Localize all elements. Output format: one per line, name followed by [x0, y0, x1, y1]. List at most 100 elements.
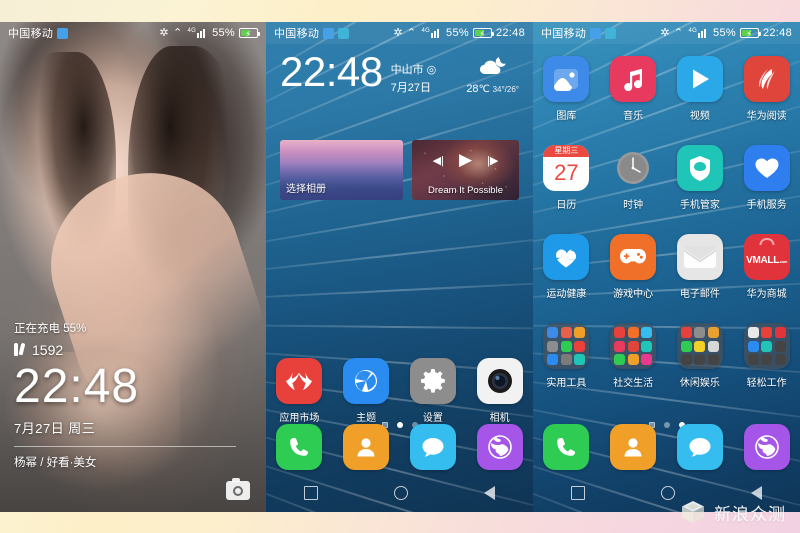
settings-gear-icon [409, 358, 456, 404]
app-browser-globe[interactable]: 浏览器 [470, 424, 530, 470]
messages-icon [676, 424, 723, 470]
message-icon [605, 27, 617, 39]
app-phone[interactable]: 电话 [536, 424, 596, 470]
statusbar-right: ✲ ⌃ 4G 55% ⚡ [159, 27, 260, 39]
homescreen-phone: 中国移动 ✲ ⌃ 4G 55% ⚡ 22:48 22:48 中山市 ◎ 7月27… [266, 22, 533, 512]
home-button[interactable] [661, 486, 675, 500]
lockscreen-statusbar: 中国移动 ✲ ⌃ 4G 55% ⚡ [0, 22, 266, 44]
watermark-text: 新浪众测 [714, 504, 786, 524]
app-clock[interactable]: 时钟 [603, 145, 663, 211]
message-icon [338, 27, 350, 39]
back-button[interactable] [751, 486, 762, 500]
gallery-widget[interactable]: 选择相册 [280, 140, 404, 200]
bluetooth-icon: ✲ [660, 26, 670, 39]
health-pulse-icon [543, 234, 590, 280]
folder-fun-icon [676, 323, 723, 369]
app-folder-fun[interactable]: 休闲娱乐 [670, 323, 730, 389]
app-health-pulse[interactable]: 运动健康 [536, 234, 596, 300]
email-envelope-icon [676, 234, 723, 280]
network-label: 4G [688, 28, 698, 34]
app-phone-service-heart[interactable]: 手机服务 [737, 145, 797, 211]
homescreen-dock: 电话联系人信息浏览器 [266, 424, 533, 470]
video-play-icon [676, 56, 723, 102]
app-folder-tools[interactable]: 实用工具 [536, 323, 596, 389]
contacts-icon [343, 424, 390, 470]
browser-globe-icon [476, 424, 523, 470]
folder-social-icon [610, 323, 657, 369]
calendar-icon: 星期三 27 [543, 145, 590, 191]
music-widget[interactable]: ◀| ▶ |▶ Dream It Possible [412, 140, 519, 200]
statusbar-left: 中国移动 [8, 25, 69, 41]
widget-weather: 28℃ 34°/26° [466, 52, 519, 95]
camera-icon [233, 485, 243, 496]
network-label: 4G [421, 28, 431, 34]
app-label: 游戏中心 [613, 289, 654, 300]
folder-work-icon [743, 323, 790, 369]
app-themes[interactable]: 主题 [336, 358, 396, 424]
messages-icon [409, 424, 456, 470]
statusbar-left: 中国移动 [274, 25, 350, 41]
app-gallery[interactable]: 图库 [536, 56, 596, 122]
recents-button[interactable] [304, 486, 318, 500]
app-huawei-appmarket[interactable]: 应用市场 [269, 358, 329, 424]
charging-status: 正在充电 55% [14, 322, 87, 335]
battery-percent: 55% [446, 27, 469, 39]
play-icon[interactable]: ▶ [459, 150, 472, 170]
battery-charging-icon: ⚡ [739, 28, 761, 39]
app-folder-social[interactable]: 社交生活 [603, 323, 663, 389]
next-track-icon[interactable]: |▶ [487, 154, 498, 167]
sim-icon [323, 27, 335, 39]
app-calendar[interactable]: 星期三 27 日历 [536, 145, 596, 211]
app-video-play[interactable]: 视频 [670, 56, 730, 122]
appdrawer-app-grid: 图库 音乐 视频 华为阅读星期三 27 日历 时钟 手机管家 手机服务运动健康 游戏中心 电子邮件 V… [533, 56, 800, 389]
divider [14, 446, 236, 447]
app-folder-work[interactable]: 轻松工作 [737, 323, 797, 389]
app-label: 电子邮件 [679, 289, 720, 300]
app-contacts[interactable]: 联系人 [603, 424, 663, 470]
recents-button[interactable] [571, 486, 585, 500]
app-label: 音乐 [623, 111, 644, 122]
app-label: 华为阅读 [746, 111, 787, 122]
app-settings-gear[interactable]: 设置 [403, 358, 463, 424]
phone-manager-shield-icon [676, 145, 723, 191]
gallery-widget-label: 选择相册 [286, 184, 326, 195]
app-label: 手机服务 [746, 200, 787, 211]
homescreen-statusbar: 中国移动 ✲ ⌃ 4G 55% ⚡ 22:48 [266, 22, 533, 44]
prev-track-icon[interactable]: ◀| [433, 154, 444, 167]
lockscreen-date: 7月27日 周三 [14, 421, 96, 436]
app-camera[interactable]: 相机 [470, 358, 530, 424]
widget-city: 中山市 ◎ [391, 61, 437, 77]
battery-charging-icon: ⚡ [239, 28, 260, 39]
app-phone[interactable]: 电话 [269, 424, 329, 470]
back-button[interactable] [484, 486, 495, 500]
statusbar-left: 中国移动 [541, 25, 617, 41]
weather-clock-widget[interactable]: 22:48 中山市 ◎ 7月27日 28℃ 34°/26° [266, 44, 533, 99]
gamepad-icon [610, 234, 657, 280]
app-messages[interactable]: 信息 [403, 424, 463, 470]
statusbar-clock: 22:48 [762, 27, 792, 39]
temp-unit: ℃ [478, 84, 490, 95]
app-email-envelope[interactable]: 电子邮件 [670, 234, 730, 300]
network-label: 4G [187, 28, 197, 34]
app-music-note[interactable]: 音乐 [603, 56, 663, 122]
step-counter: 1592 [14, 342, 236, 358]
app-gamepad[interactable]: 游戏中心 [603, 234, 663, 300]
phone-screenshot-row: 中国移动 ✲ ⌃ 4G 55% ⚡ 正在充电 55% 1592 22:48 7月… [0, 0, 800, 533]
camera-icon [476, 358, 523, 404]
app-phone-manager-shield[interactable]: 手机管家 [670, 145, 730, 211]
folder-tools-icon [543, 323, 590, 369]
app-browser-globe[interactable]: 浏览器 [737, 424, 797, 470]
gallery-icon [543, 56, 590, 102]
app-vmall-bag[interactable]: VMALL.com 华为商城 [737, 234, 797, 300]
signal-4g-icon: 4G [420, 28, 442, 38]
home-button[interactable] [394, 486, 408, 500]
signal-4g-icon: 4G [186, 28, 208, 38]
app-huawei-reader[interactable]: 华为阅读 [737, 56, 797, 122]
temp-value: 28 [466, 83, 479, 95]
contacts-icon [610, 424, 657, 470]
app-messages[interactable]: 信息 [670, 424, 730, 470]
music-note-icon [610, 56, 657, 102]
browser-globe-icon [743, 424, 790, 470]
camera-shortcut-button[interactable] [226, 478, 250, 500]
app-contacts[interactable]: 联系人 [336, 424, 396, 470]
